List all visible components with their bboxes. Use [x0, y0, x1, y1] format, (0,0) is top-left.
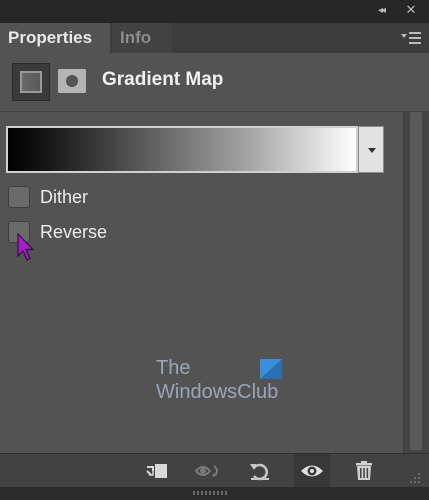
gradient-preview-bar[interactable] [6, 126, 358, 173]
adjustment-header: Gradient Map [0, 53, 429, 111]
vertical-scrollbar[interactable] [403, 112, 429, 453]
panel-top-strip: ◂◂ ✕ [0, 0, 429, 23]
adjustment-title: Gradient Map [102, 69, 224, 90]
windows-logo-icon [260, 359, 282, 379]
watermark-line1: The [156, 357, 191, 379]
bottom-toolbar [0, 453, 429, 488]
chevron-down-icon [368, 148, 376, 153]
gradient-picker[interactable] [6, 126, 384, 173]
dock-grip-icon[interactable] [193, 491, 227, 495]
toggle-visibility-button[interactable] [294, 454, 330, 488]
gradient-map-adjustment-icon[interactable] [12, 63, 50, 101]
tab-bar: Properties Info [0, 23, 429, 53]
panel-menu-icon[interactable] [401, 30, 421, 46]
tab-info[interactable]: Info [112, 23, 172, 53]
panel-footer [0, 487, 429, 500]
mouse-pointer-icon [17, 232, 35, 261]
trash-icon [356, 461, 372, 480]
panel-content: Dither Reverse The WindowsClub [0, 112, 403, 453]
reset-button[interactable] [242, 454, 278, 488]
delete-button[interactable] [346, 454, 382, 488]
reverse-label: Reverse [40, 222, 108, 242]
watermark: The WindowsClub [156, 357, 296, 407]
properties-panel: ◂◂ ✕ Properties Info Gradient Map Dither… [0, 0, 429, 500]
dither-checkbox[interactable] [8, 186, 30, 208]
view-previous-state-button[interactable] [190, 454, 226, 488]
dither-label: Dither [40, 187, 89, 207]
clip-to-layer-button[interactable] [138, 454, 174, 488]
close-panel-icon[interactable]: ✕ [403, 3, 419, 19]
scrollbar-thumb[interactable] [410, 112, 422, 450]
resize-grip-icon[interactable] [408, 471, 422, 485]
eye-icon [301, 465, 323, 477]
panel-body: Gradient Map Dither Reverse The WindowsC… [0, 53, 429, 453]
view-previous-state-icon [194, 465, 218, 477]
watermark-line2: WindowsClub [156, 381, 279, 403]
layer-mask-icon[interactable] [58, 69, 86, 93]
gradient-dropdown-button[interactable] [358, 126, 384, 173]
tab-properties[interactable]: Properties [0, 23, 110, 53]
collapse-panel-icon[interactable]: ◂◂ [373, 3, 389, 19]
clip-to-layer-icon [146, 464, 167, 478]
reset-icon [250, 463, 269, 481]
